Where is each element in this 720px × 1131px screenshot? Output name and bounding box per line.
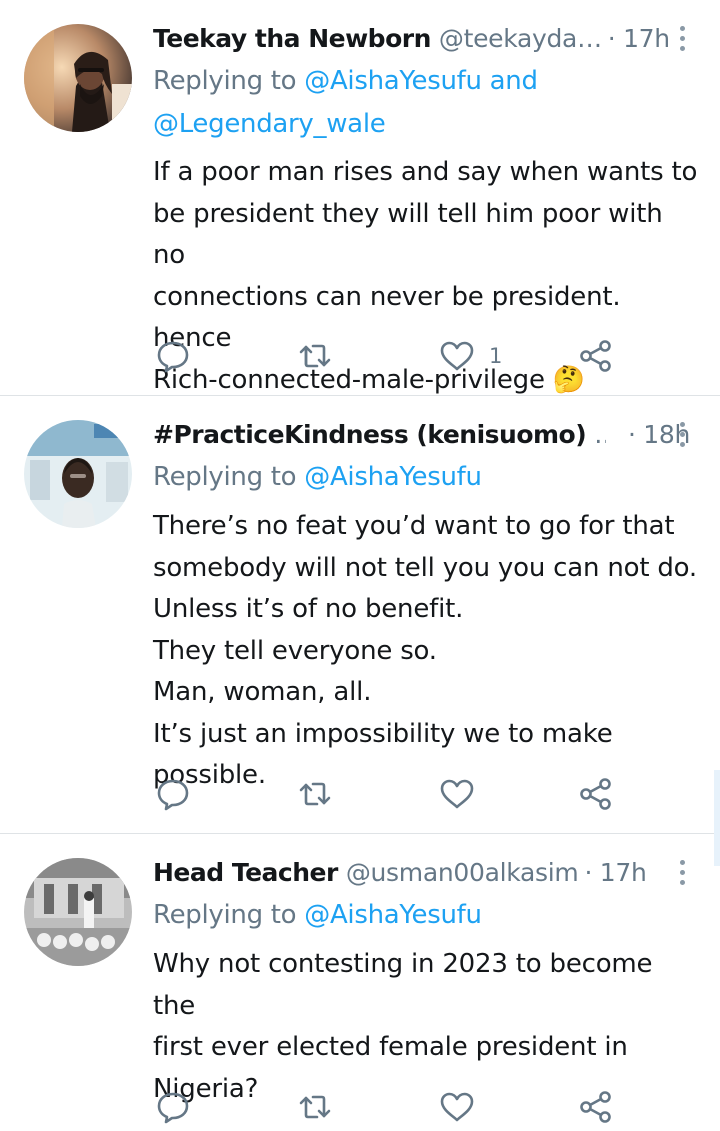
share-icon <box>580 778 611 810</box>
share-icon <box>580 1091 611 1123</box>
retweet-icon <box>299 1095 331 1119</box>
avatar[interactable] <box>24 420 132 528</box>
timestamp[interactable]: · 17h <box>608 24 670 53</box>
share-button[interactable] <box>578 776 614 812</box>
more-options-icon[interactable] <box>678 26 686 51</box>
profile-photo-head-teacher <box>24 858 132 966</box>
avatar[interactable] <box>24 858 132 966</box>
like-count: 1 <box>489 344 503 368</box>
like-button[interactable]: 1 <box>439 338 502 374</box>
mention-link[interactable]: @AishaYesufu <box>304 462 482 492</box>
like-icon <box>440 779 474 809</box>
display-name[interactable]: #PracticeKindness (kenisuomo) <box>153 420 587 449</box>
mention-link[interactable]: @AishaYesufu and <box>304 66 538 96</box>
mention-link[interactable]: @Legendary_wale <box>153 109 386 139</box>
like-icon <box>440 1092 474 1122</box>
user-handle[interactable]: … <box>594 420 606 449</box>
retweet-icon <box>299 344 331 368</box>
like-button[interactable] <box>439 776 489 812</box>
reply-button[interactable] <box>155 338 191 374</box>
user-handle[interactable]: @teekayda… <box>439 24 602 53</box>
reply-icon <box>157 779 189 811</box>
reply-icon <box>157 341 189 373</box>
share-button[interactable] <box>578 338 614 374</box>
timestamp[interactable]: · 17h <box>584 858 646 887</box>
replying-to-line2: @Legendary_wale <box>153 103 700 145</box>
retweet-icon <box>299 782 331 806</box>
tweet-header: #PracticeKindness (kenisuomo) … · 18h <box>153 414 690 454</box>
share-button[interactable] <box>578 1089 614 1125</box>
like-icon <box>440 341 474 371</box>
retweet-button[interactable] <box>297 1089 333 1125</box>
action-bar <box>155 776 625 812</box>
display-name[interactable]: Teekay tha Newborn <box>153 24 431 53</box>
more-options-icon[interactable] <box>678 422 686 447</box>
action-bar: 1 <box>155 338 625 374</box>
profile-photo-teekay <box>24 24 132 132</box>
replying-to: Replying to @AishaYesufu <box>153 462 482 492</box>
tweet-3[interactable]: Head Teacher @usman00alkasim · 17h Reply… <box>0 834 720 1131</box>
tweet-1[interactable]: Teekay tha Newborn @teekayda… · 17h Repl… <box>0 0 720 395</box>
retweet-button[interactable] <box>297 776 333 812</box>
tweet-text: Why not contesting in 2023 to become the… <box>153 949 653 1104</box>
action-bar <box>155 1089 625 1125</box>
avatar[interactable] <box>24 24 132 132</box>
user-handle[interactable]: @usman00alkasim <box>346 858 579 887</box>
scrollbar-thumb[interactable] <box>714 770 720 866</box>
more-options-icon[interactable] <box>678 860 686 885</box>
mention-link[interactable]: @AishaYesufu <box>304 900 482 930</box>
display-name[interactable]: Head Teacher <box>153 858 338 887</box>
replying-to: Replying to @AishaYesufu and <box>153 66 538 96</box>
retweet-button[interactable] <box>297 338 333 374</box>
reply-button[interactable] <box>155 776 191 812</box>
tweet-text: There’s no feat you’d want to go for tha… <box>153 511 697 790</box>
replying-to: Replying to @AishaYesufu <box>153 900 482 930</box>
like-button[interactable] <box>439 1089 489 1125</box>
tweet-header: Teekay tha Newborn @teekayda… · 17h <box>153 18 690 58</box>
reply-button[interactable] <box>155 1089 191 1125</box>
share-icon <box>580 340 611 372</box>
tweet-2[interactable]: #PracticeKindness (kenisuomo) … · 18h Re… <box>0 396 720 833</box>
reply-icon <box>157 1092 189 1124</box>
profile-photo-kenisuomo <box>24 420 132 528</box>
tweet-header: Head Teacher @usman00alkasim · 17h <box>153 852 690 892</box>
